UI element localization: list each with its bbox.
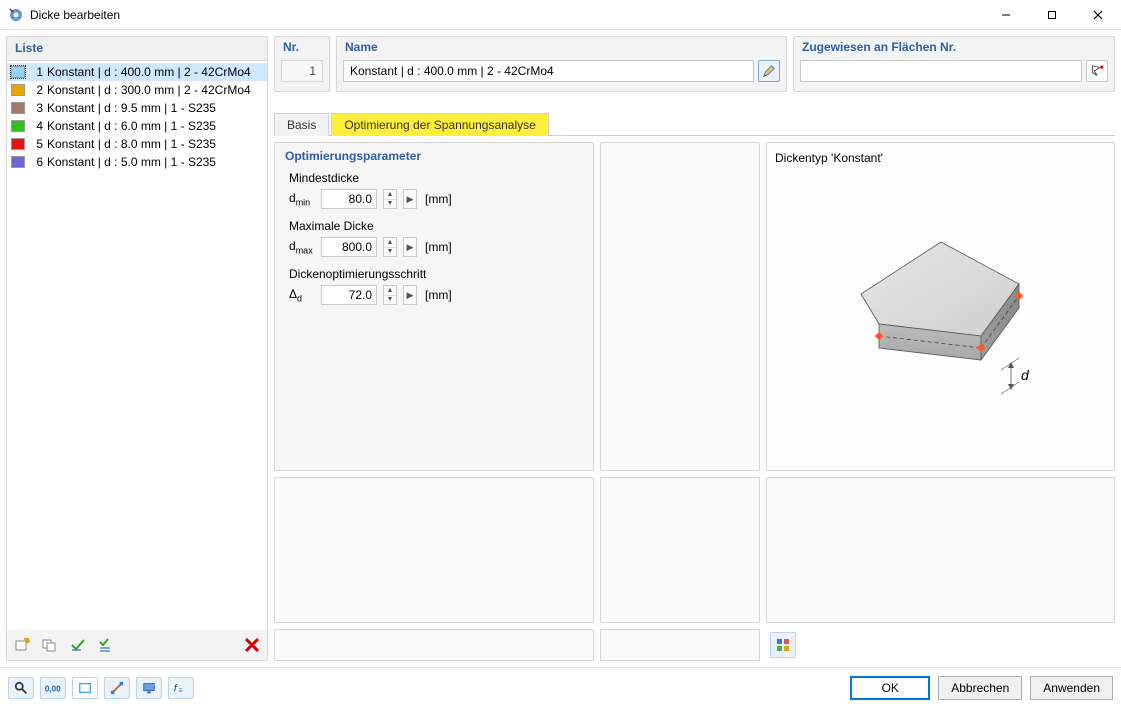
min-input[interactable] xyxy=(321,189,377,209)
nr-input xyxy=(281,60,323,82)
list-item-label: Konstant | d : 300.0 mm | 2 - 42CrMo4 xyxy=(47,83,251,97)
window-title: Dicke bearbeiten xyxy=(30,8,983,22)
list-item[interactable]: 4 Konstant | d : 6.0 mm | 1 - S235 xyxy=(7,117,267,135)
name-header: Name xyxy=(337,37,786,57)
tab-optimization[interactable]: Optimierung der Spannungsanalyse xyxy=(331,113,548,136)
list-body[interactable]: 1Konstant | d : 400.0 mm | 2 - 42CrMo42K… xyxy=(7,61,267,630)
list-item-label: Konstant | d : 400.0 mm | 2 - 42CrMo4 xyxy=(47,65,251,79)
list-item[interactable]: 6 Konstant | d : 5.0 mm | 1 - S235 xyxy=(7,153,267,171)
max-input[interactable] xyxy=(321,237,377,257)
list-item[interactable]: 1 Konstant | d : 400.0 mm | 2 - 42CrMo4 xyxy=(7,63,267,81)
titlebar: Dicke bearbeiten xyxy=(0,0,1121,30)
check-green-button[interactable] xyxy=(67,634,89,656)
blank-panel-bottom-mid xyxy=(600,477,760,623)
list-color-icon xyxy=(11,156,25,168)
min-label: Mindestdicke xyxy=(289,171,583,185)
max-unit: [mm] xyxy=(425,240,452,254)
dimension-label: d xyxy=(1021,367,1030,383)
nr-box: Nr. xyxy=(274,36,330,92)
pick-surface-button[interactable] xyxy=(1086,60,1108,82)
step-symbol: Δd xyxy=(289,287,315,303)
list-item-label: Konstant | d : 5.0 mm | 1 - S235 xyxy=(47,155,216,169)
params-header: Optimierungsparameter xyxy=(275,143,593,167)
name-box: Name xyxy=(336,36,787,92)
list-item-label: Konstant | d : 6.0 mm | 1 - S235 xyxy=(47,119,216,133)
preview-header: Dickentyp 'Konstant' xyxy=(775,151,1106,165)
assigned-input[interactable] xyxy=(800,60,1082,82)
min-expand-button[interactable]: ▶ xyxy=(403,189,417,209)
tool-measure-button[interactable] xyxy=(104,677,130,699)
preview-settings-button[interactable] xyxy=(770,632,796,658)
max-symbol: dmax xyxy=(289,239,315,255)
minimize-button[interactable] xyxy=(983,0,1029,29)
decimal-button[interactable]: 0,00 xyxy=(40,677,66,699)
check-list-button[interactable] xyxy=(95,634,117,656)
list-item-index: 6 xyxy=(29,155,43,169)
tool-function-button[interactable]: f≡ xyxy=(168,677,194,699)
nr-header: Nr. xyxy=(275,37,329,57)
edit-name-button[interactable] xyxy=(758,60,780,82)
list-item-index: 4 xyxy=(29,119,43,133)
svg-text:≡: ≡ xyxy=(178,686,182,694)
ok-button[interactable]: OK xyxy=(850,676,930,700)
delete-item-button[interactable] xyxy=(241,634,263,656)
preview-canvas: d xyxy=(775,165,1106,462)
step-label: Dickenoptimierungsschritt xyxy=(289,267,583,281)
copy-item-button[interactable] xyxy=(39,634,61,656)
list-item-index: 2 xyxy=(29,83,43,97)
tabs: Basis Optimierung der Spannungsanalyse xyxy=(274,112,1115,136)
list-item[interactable]: 3 Konstant | d : 9.5 mm | 1 - S235 xyxy=(7,99,267,117)
step-unit: [mm] xyxy=(425,288,452,302)
min-spinner[interactable]: ▲▼ xyxy=(383,189,397,209)
step-input[interactable] xyxy=(321,285,377,305)
new-item-button[interactable]: ✶ xyxy=(11,634,33,656)
list-color-icon xyxy=(11,102,25,114)
tool-monitor-button[interactable] xyxy=(136,677,162,699)
blank-panel-middle xyxy=(600,142,760,471)
list-color-icon xyxy=(11,84,25,96)
close-button[interactable] xyxy=(1075,0,1121,29)
min-unit: [mm] xyxy=(425,192,452,206)
tool-rect-button[interactable] xyxy=(72,677,98,699)
list-item-label: Konstant | d : 9.5 mm | 1 - S235 xyxy=(47,101,216,115)
apply-button[interactable]: Anwenden xyxy=(1030,676,1113,700)
max-expand-button[interactable]: ▶ xyxy=(403,237,417,257)
assigned-header: Zugewiesen an Flächen Nr. xyxy=(794,37,1114,57)
step-expand-button[interactable]: ▶ xyxy=(403,285,417,305)
svg-text:0,00: 0,00 xyxy=(45,684,61,693)
step-spinner[interactable]: ▲▼ xyxy=(383,285,397,305)
max-spinner[interactable]: ▲▼ xyxy=(383,237,397,257)
list-item-label: Konstant | d : 8.0 mm | 1 - S235 xyxy=(47,137,216,151)
help-button[interactable] xyxy=(8,677,34,699)
maximize-button[interactable] xyxy=(1029,0,1075,29)
max-label: Maximale Dicke xyxy=(289,219,583,233)
tab-basis[interactable]: Basis xyxy=(274,113,329,136)
svg-text:f: f xyxy=(174,683,178,694)
preview-panel: Dickentyp 'Konstant' xyxy=(766,142,1115,471)
list-color-icon xyxy=(11,120,25,132)
blank-panel-bottom-right xyxy=(766,477,1115,623)
min-symbol: dmin xyxy=(289,191,315,207)
svg-text:✶: ✶ xyxy=(25,637,30,646)
blank-panel-bottom-left xyxy=(274,477,594,623)
tiny-panel-1 xyxy=(274,629,594,661)
cancel-button[interactable]: Abbrechen xyxy=(938,676,1022,700)
assigned-box: Zugewiesen an Flächen Nr. xyxy=(793,36,1115,92)
list-item-index: 3 xyxy=(29,101,43,115)
list-item[interactable]: 5 Konstant | d : 8.0 mm | 1 - S235 xyxy=(7,135,267,153)
list-item-index: 5 xyxy=(29,137,43,151)
name-input[interactable] xyxy=(343,60,754,82)
list-item-index: 1 xyxy=(29,65,43,79)
list-color-icon xyxy=(11,138,25,150)
list-header: Liste xyxy=(7,37,267,61)
list-item[interactable]: 2 Konstant | d : 300.0 mm | 2 - 42CrMo4 xyxy=(7,81,267,99)
tiny-panel-2 xyxy=(600,629,760,661)
params-panel: Optimierungsparameter Mindestdicke dmin … xyxy=(274,142,594,471)
list-color-icon xyxy=(11,66,25,78)
app-icon xyxy=(8,7,24,23)
